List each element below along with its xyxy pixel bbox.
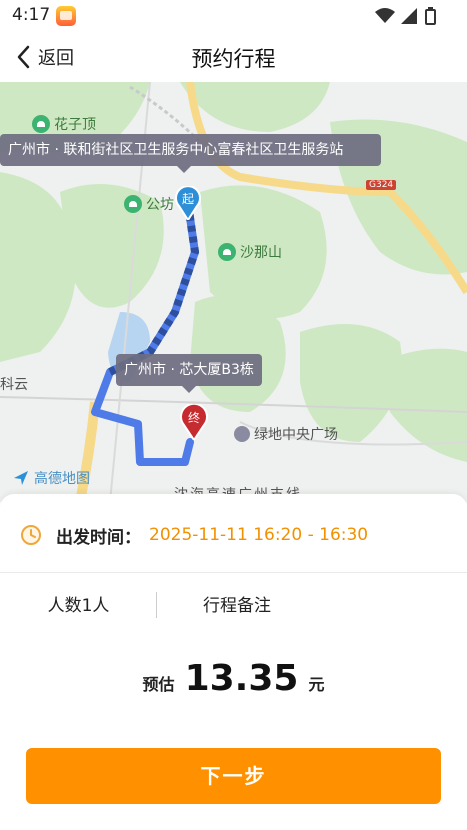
- estimated-price: 预估 13.35 元: [0, 658, 467, 718]
- map-poi-huazi: 花子顶: [32, 114, 96, 134]
- location-pin-icon: [234, 426, 250, 442]
- app-notification-icon: [56, 6, 76, 26]
- nav-bar: 返回 预约行程: [0, 32, 467, 82]
- price-prefix: 预估: [142, 675, 175, 694]
- end-pin-icon: 终: [180, 402, 208, 442]
- trip-note-button[interactable]: 行程备注: [157, 586, 317, 626]
- wifi-icon: [375, 8, 395, 23]
- price-value: 13.35: [184, 658, 299, 699]
- map-poi-shanashan: 沙那山: [218, 242, 282, 262]
- departure-time-row[interactable]: 出发时间： 2025-11-11 16:20 - 16:30: [0, 512, 467, 558]
- svg-text:起: 起: [182, 192, 194, 206]
- passenger-count-button[interactable]: 人数1人: [0, 586, 157, 626]
- park-icon: [124, 195, 142, 213]
- svg-text:终: 终: [188, 410, 200, 425]
- booking-card: 出发时间： 2025-11-11 16:20 - 16:30 人数1人 行程备注…: [0, 494, 467, 830]
- status-bar: 4:17: [0, 0, 467, 32]
- navigation-arrow-icon: [14, 471, 28, 485]
- signal-icon: [401, 8, 417, 24]
- map-poi-plaza: 绿地中央广场: [234, 424, 338, 444]
- page-title: 预约行程: [191, 47, 276, 71]
- map-poi-gongyuan: 公坊: [124, 194, 174, 214]
- map-label-keyun: 科云: [0, 377, 28, 393]
- departure-time-value: 2025-11-11 16:20 - 16:30: [149, 525, 369, 545]
- mountain-icon: [32, 115, 50, 133]
- divider: [0, 572, 467, 573]
- price-unit: 元: [308, 675, 325, 694]
- road-sign-g324: G324: [366, 180, 397, 190]
- battery-icon: [425, 7, 437, 25]
- clock-icon: [21, 525, 41, 545]
- start-location-callout[interactable]: 广州市 · 联和街社区卫生服务中心富春社区卫生服务站: [0, 134, 381, 173]
- end-location-callout[interactable]: 广州市 · 芯大厦B3栋: [116, 354, 262, 393]
- status-time: 4:17: [12, 5, 51, 25]
- mountain-icon: [218, 243, 236, 261]
- end-marker[interactable]: 终: [180, 402, 208, 442]
- next-step-button[interactable]: 下一步: [26, 748, 441, 804]
- departure-time-label: 出发时间：: [56, 527, 141, 548]
- start-marker[interactable]: 起: [175, 185, 201, 222]
- amap-logo: 高德地图: [12, 468, 90, 488]
- status-icons: [375, 7, 437, 25]
- start-pin-icon: 起: [175, 185, 201, 222]
- route-map[interactable]: 花子顶 公坊 沙那山 科云 绿地中央广场 G324 广州市 · 联和街社区卫生服…: [0, 82, 467, 502]
